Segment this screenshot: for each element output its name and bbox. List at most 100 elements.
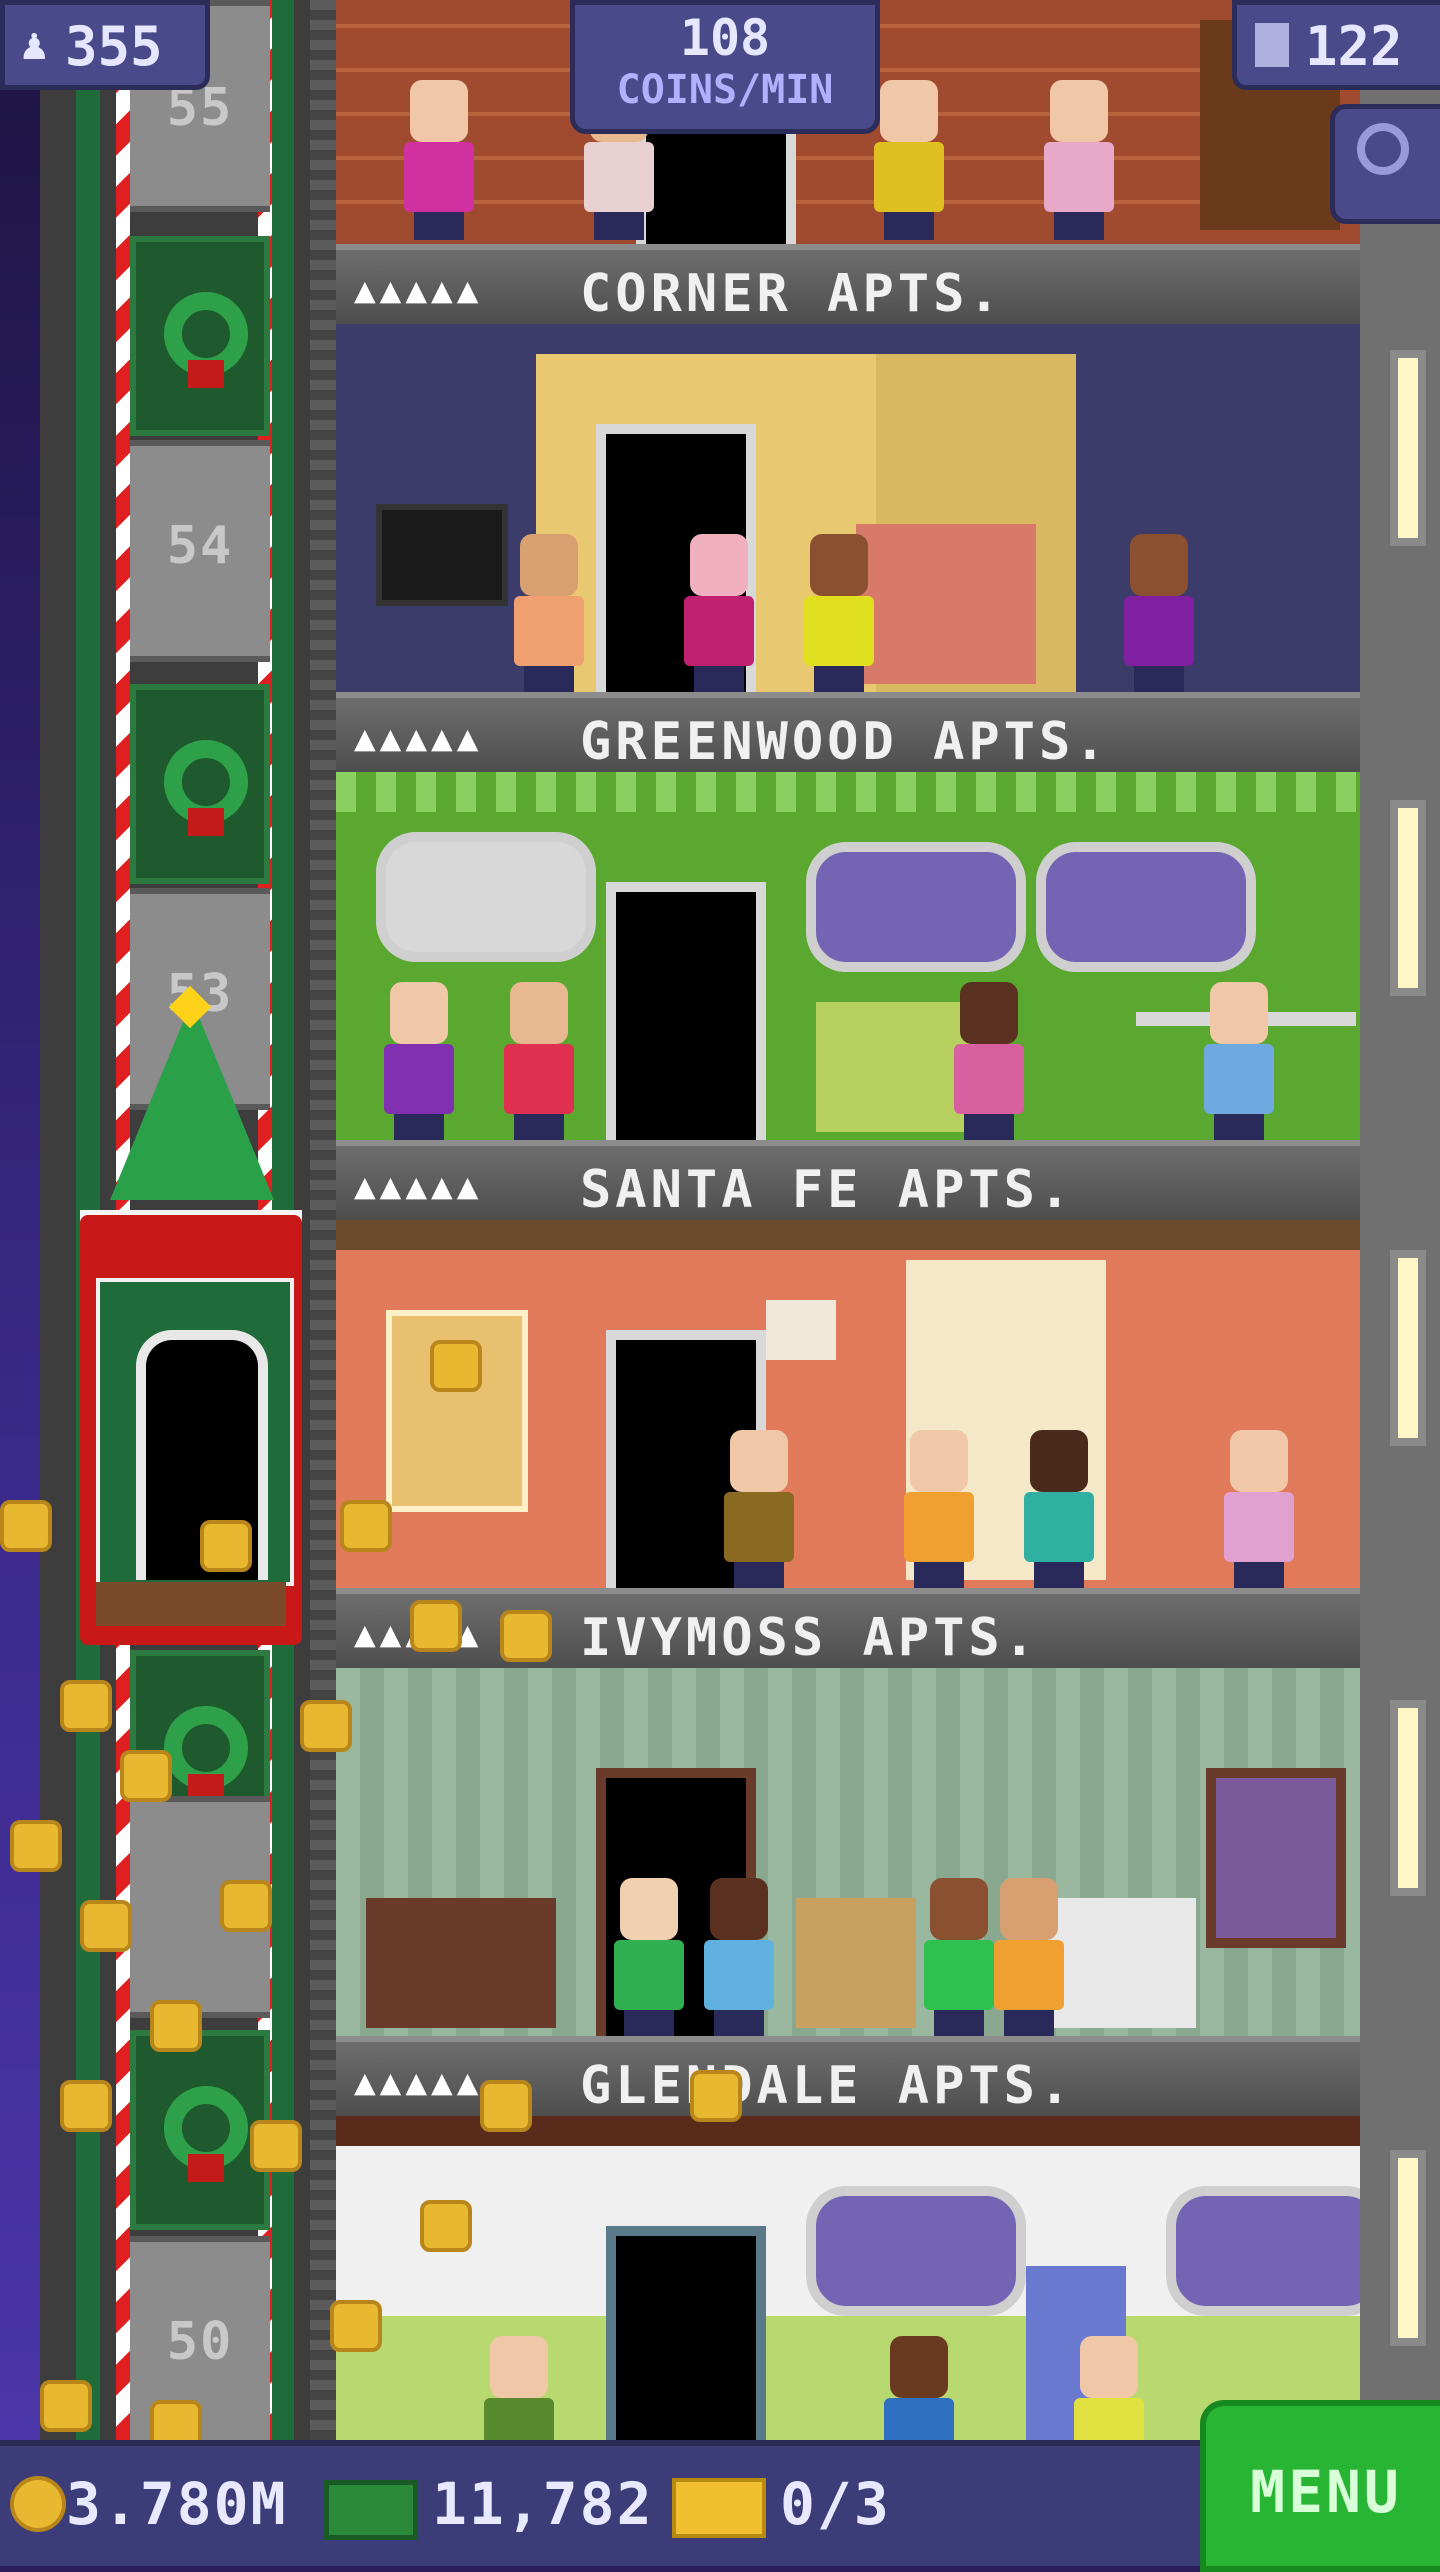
resident-body <box>614 1940 684 2010</box>
resident-head <box>390 982 448 1044</box>
coin-icon <box>220 1880 272 1932</box>
resident[interactable] <box>876 2336 962 2440</box>
bed <box>856 524 1036 684</box>
tickets-value[interactable]: 0/3 <box>780 2470 891 2538</box>
resident-body <box>994 1940 1064 2010</box>
ceiling-beams <box>336 1220 1360 1250</box>
resident[interactable] <box>396 80 482 240</box>
floor-label-ivymoss-apts[interactable]: ▲▲▲▲▲ IVYMOSS APTS. <box>336 1588 1360 1680</box>
resident-head <box>890 2336 948 2398</box>
resident[interactable] <box>376 982 462 1142</box>
resident-body <box>1044 142 1114 212</box>
room-glendale-apts[interactable] <box>336 2116 1360 2440</box>
floor-count-value: 122 <box>1305 15 1403 78</box>
rating-stars: ▲▲▲▲▲ <box>354 1166 483 1207</box>
resident[interactable] <box>796 534 882 694</box>
room-santa-fe-apts[interactable] <box>336 1220 1360 1592</box>
bow-icon <box>188 360 224 388</box>
resident-head <box>730 1430 788 1492</box>
resident-legs <box>624 2010 674 2038</box>
floor-label-corner-apts[interactable]: ▲▲▲▲▲ CORNER APTS. <box>336 244 1360 336</box>
floor-label-santa-fe-apts[interactable]: ▲▲▲▲▲ SANTA FE APTS. <box>336 1140 1360 1232</box>
resident-body <box>384 1044 454 1114</box>
resident-head <box>1050 80 1108 142</box>
bow-icon <box>188 2154 224 2182</box>
resident-legs <box>694 666 744 694</box>
resident[interactable] <box>1066 2336 1152 2440</box>
coin-icon <box>60 1680 112 1732</box>
tower-left-wall <box>310 0 336 2440</box>
resident-head <box>960 982 1018 1044</box>
resident[interactable] <box>506 534 592 694</box>
resident-head <box>1130 534 1188 596</box>
coin-icon <box>60 2080 112 2132</box>
window <box>1206 1768 1346 1948</box>
resident[interactable] <box>986 1878 1072 2038</box>
person-icon: ♟ <box>21 19 48 70</box>
menu-button[interactable]: MENU <box>1200 2400 1440 2572</box>
resident-legs <box>1214 1114 1264 1142</box>
coin-icon <box>340 1500 392 1552</box>
coins-per-min-panel[interactable]: 108 COINS/MIN <box>570 0 880 134</box>
resident-head <box>1210 982 1268 1044</box>
resident[interactable] <box>1036 80 1122 240</box>
elevator-floor-54[interactable]: 54 <box>130 440 270 662</box>
rating-stars: ▲▲▲▲▲ <box>354 2062 483 2103</box>
retro-tv-icon <box>366 1898 556 2028</box>
resident[interactable] <box>1216 1430 1302 1590</box>
resident-body <box>1204 1044 1274 1114</box>
resident[interactable] <box>1196 982 1282 1142</box>
golden-ticket-icon <box>672 2478 766 2538</box>
resident[interactable] <box>496 982 582 1142</box>
resident[interactable] <box>896 1430 982 1590</box>
resident-head <box>1000 1878 1058 1940</box>
resident-head <box>1080 2336 1138 2398</box>
resident[interactable] <box>476 2336 562 2440</box>
coin-icon <box>40 2380 92 2432</box>
search-button[interactable] <box>1330 104 1440 224</box>
window-oval <box>806 842 1026 972</box>
resident-body <box>1074 2398 1144 2440</box>
resident-legs <box>1234 1562 1284 1590</box>
coin-icon <box>430 1340 482 1392</box>
coin-icon <box>330 2300 382 2352</box>
resident-body <box>954 1044 1024 1114</box>
room-corner-apts[interactable] <box>336 324 1360 696</box>
coin-icon <box>690 2070 742 2122</box>
resident-legs <box>814 666 864 694</box>
skull-decoration-icon <box>766 1300 836 1360</box>
resident-legs <box>1054 212 1104 240</box>
resident-head <box>410 80 468 142</box>
resident-body <box>1024 1492 1094 1562</box>
mirror <box>376 832 596 962</box>
bux-bill-icon <box>324 2480 418 2540</box>
resident[interactable] <box>676 534 762 694</box>
coin-icon <box>10 1820 62 1872</box>
resident-body <box>584 142 654 212</box>
wreath-decoration <box>130 2030 270 2230</box>
resident[interactable] <box>1116 534 1202 694</box>
resident-legs <box>594 212 644 240</box>
room-greenwood-apts[interactable] <box>336 772 1360 1144</box>
resident-head <box>510 982 568 1044</box>
resident-head <box>810 534 868 596</box>
resident-head <box>620 1878 678 1940</box>
resident-head <box>1030 1430 1088 1492</box>
resident[interactable] <box>1016 1430 1102 1590</box>
floor-label-greenwood-apts[interactable]: ▲▲▲▲▲ GREENWOOD APTS. <box>336 692 1360 784</box>
resident[interactable] <box>716 1430 802 1590</box>
resident-legs <box>934 2010 984 2038</box>
magnifier-icon <box>1357 123 1409 175</box>
resident[interactable] <box>696 1878 782 2038</box>
population-counter[interactable]: ♟ 355 <box>0 0 210 90</box>
room-ivymoss-apts[interactable] <box>336 1668 1360 2040</box>
resident[interactable] <box>946 982 1032 1142</box>
floor-count-counter[interactable]: 122 <box>1232 0 1440 90</box>
bux-value[interactable]: 11,782 <box>432 2470 654 2538</box>
resident-head <box>710 1878 768 1940</box>
resident-head <box>520 534 578 596</box>
coins-value[interactable]: 3.780M <box>66 2470 288 2538</box>
resident-head <box>930 1878 988 1940</box>
resident-legs <box>964 1114 1014 1142</box>
resident[interactable] <box>606 1878 692 2038</box>
